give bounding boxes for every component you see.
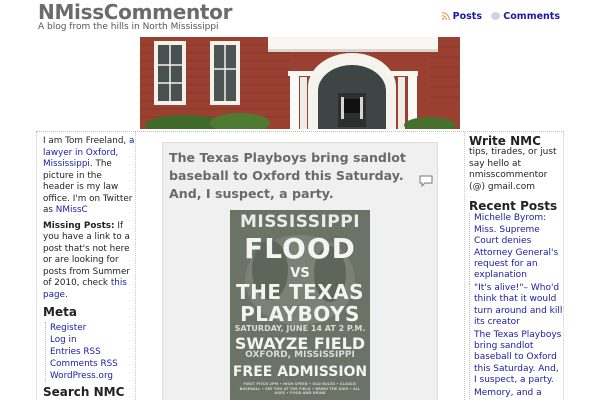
comment-icon[interactable] xyxy=(419,175,433,187)
speech-bubble-icon xyxy=(491,12,501,20)
list-item: Michelle Byrom: Miss. Supreme Court deni… xyxy=(469,213,563,282)
poster-line: FLOOD xyxy=(244,232,356,265)
site-tagline: A blog from the hills in North Mississip… xyxy=(38,22,219,32)
meta-item: Log in xyxy=(50,334,135,346)
poster-line: PLAYBOYS xyxy=(240,302,360,326)
twitter-link[interactable]: NMissC xyxy=(56,205,88,215)
site-title[interactable]: NMissCommentor xyxy=(38,0,232,24)
list-item: Memory, and a xyxy=(469,387,563,399)
feed-links: Posts Comments xyxy=(436,11,560,22)
entries-rss-link[interactable]: Entries RSS xyxy=(50,347,101,357)
recent-post-link[interactable]: The Texas Playboys bring sandlot basebal… xyxy=(474,330,561,386)
recent-post-link[interactable]: Memory, and a xyxy=(474,388,542,398)
list-item: The Texas Playboys bring sandlot basebal… xyxy=(469,329,563,387)
poster-line: VS xyxy=(290,266,310,281)
meta-item: WordPress.org xyxy=(50,370,135,382)
poster-line: SATURDAY, JUNE 14 AT 2 P.M. xyxy=(234,324,366,333)
search-title: Search NMC xyxy=(43,384,125,399)
recent-post-link[interactable]: "It's alive!"– Who'd think that it would… xyxy=(474,283,562,327)
recent-posts-list: Michelle Byrom: Miss. Supreme Court deni… xyxy=(469,213,563,399)
poster-fine-print: FIRST PITCH 2PM • HIGH SPEED • OLD RULES… xyxy=(239,382,361,396)
meta-list: Register Log in Entries RSS Comments RSS… xyxy=(45,321,135,382)
about-text-part: I am Tom Freeland, xyxy=(43,136,130,146)
write-text: tips, tirades, or just say hello at nmis… xyxy=(469,147,557,192)
posts-feed-label: Posts xyxy=(452,11,482,22)
post-title[interactable]: The Texas Playboys bring sandlot basebal… xyxy=(169,149,413,203)
missing-posts-label: Missing Posts: xyxy=(43,220,115,231)
missing-posts-text: Missing Posts: If you have a link to a p… xyxy=(43,221,135,302)
right-sidebar: Write NMC tips, tirades, or just say hel… xyxy=(464,132,564,400)
meta-title: Meta xyxy=(43,305,77,319)
register-link[interactable]: Register xyxy=(50,323,86,333)
law-office-photo xyxy=(140,37,460,129)
poster-line: OXFORD, MISSISSIPPI xyxy=(245,350,355,360)
rss-icon xyxy=(441,12,450,20)
posts-feed-link[interactable]: Posts xyxy=(441,11,486,22)
header-image xyxy=(140,37,460,129)
missing-posts-part: . xyxy=(64,289,68,300)
poster-line: MISSISSIPPI xyxy=(239,212,361,232)
list-item: "It's alive!"– Who'd think that it would… xyxy=(469,282,563,329)
comments-feed-label: Comments xyxy=(503,11,560,22)
recent-post-link[interactable]: Michelle Byrom: Miss. Supreme Court deni… xyxy=(474,213,558,280)
meta-item: Comments RSS xyxy=(50,358,135,370)
meta-item: Register xyxy=(50,322,135,334)
poster-line: THE TEXAS xyxy=(235,280,365,304)
login-link[interactable]: Log in xyxy=(50,335,77,345)
meta-item: Entries RSS xyxy=(50,346,135,358)
recent-posts-title: Recent Posts xyxy=(469,199,558,214)
left-sidebar: I am Tom Freeland, a lawyer in Oxford, M… xyxy=(36,132,136,400)
wordpress-link[interactable]: WordPress.org xyxy=(50,371,113,381)
event-poster: MISSISSIPPI FLOOD VS THE TEXAS PLAYBOYS … xyxy=(230,210,370,400)
write-title: Write NMC xyxy=(469,134,541,148)
poster-line: FREE ADMISSION xyxy=(232,364,368,380)
comments-rss-link[interactable]: Comments RSS xyxy=(50,359,118,369)
comments-feed-link[interactable]: Comments xyxy=(491,11,560,22)
site-header: NMissCommentor A blog from the hills in … xyxy=(0,0,600,36)
about-text: I am Tom Freeland, a lawyer in Oxford, M… xyxy=(43,136,135,217)
